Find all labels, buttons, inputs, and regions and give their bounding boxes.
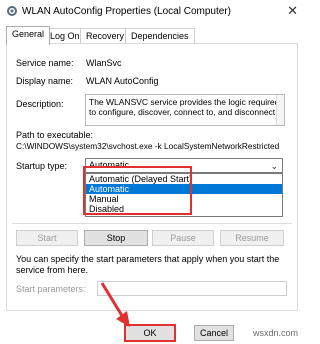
- watermark-text: wsxdn.com: [252, 328, 298, 338]
- display-name-label: Display name:: [16, 76, 74, 86]
- pause-button[interactable]: Pause: [152, 230, 214, 246]
- description-box[interactable]: The WLANSVC service provides the logic r…: [85, 94, 285, 126]
- tab-general[interactable]: General: [6, 26, 51, 45]
- cancel-button[interactable]: Cancel: [194, 325, 234, 341]
- startup-type-label: Startup type:: [16, 161, 68, 171]
- services-gear-icon: [7, 6, 17, 16]
- path-label: Path to executable:: [16, 130, 94, 140]
- description-text: The WLANSVC service provides the logic r…: [89, 97, 280, 117]
- annotation-highlight-box: [83, 166, 192, 215]
- tab-dependencies[interactable]: Dependencies: [125, 28, 195, 44]
- divider: [12, 223, 292, 224]
- description-label: Description:: [16, 99, 64, 109]
- start-parameters-label: Start parameters:: [16, 284, 86, 294]
- window-title: WLAN AutoConfig Properties (Local Comput…: [22, 6, 231, 17]
- path-value: C:\WINDOWS\system32\svchost.exe -k Local…: [16, 141, 280, 151]
- tab-recovery[interactable]: Recovery: [80, 28, 131, 44]
- chevron-down-icon: ⌄: [270, 161, 278, 171]
- resume-button[interactable]: Resume: [220, 230, 284, 246]
- annotation-arrow-icon: [100, 282, 130, 327]
- tab-strip: General Log On Recovery Dependencies: [6, 26, 298, 45]
- service-name-value: WlanSvc: [86, 58, 122, 68]
- display-name-value: WLAN AutoConfig: [86, 76, 159, 86]
- title-bar: WLAN AutoConfig Properties (Local Comput…: [0, 0, 304, 22]
- start-button[interactable]: Start: [16, 230, 78, 246]
- description-scrollbar[interactable]: [276, 95, 284, 125]
- close-icon[interactable]: ✕: [287, 3, 298, 19]
- help-text: You can specify the start parameters tha…: [16, 254, 280, 275]
- stop-button[interactable]: Stop: [84, 230, 148, 246]
- service-name-label: Service name:: [16, 58, 74, 68]
